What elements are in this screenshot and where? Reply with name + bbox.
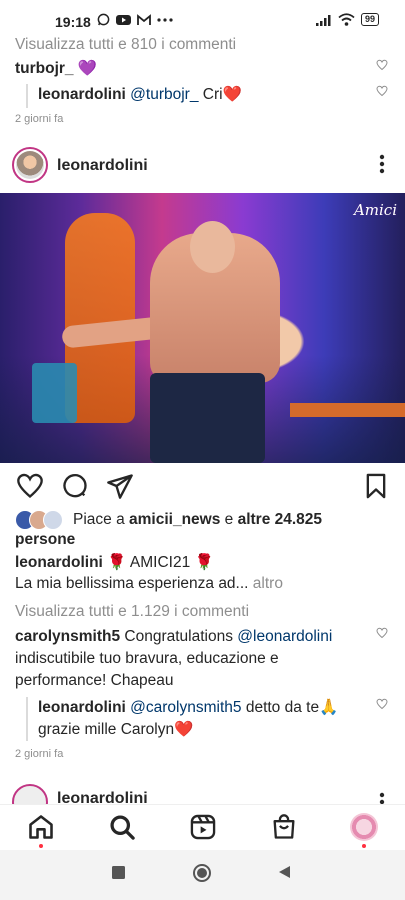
likes-summary[interactable]: Piace a amicii_news e altre 24.825 perso…: [15, 510, 395, 550]
reply-mention[interactable]: @carolynsmith5: [130, 699, 241, 716]
share-send-icon[interactable]: [106, 472, 134, 500]
likes-count[interactable]: altre 24.825: [238, 511, 322, 528]
status-time: 19:18: [55, 14, 91, 30]
home-notification-dot: [39, 844, 43, 848]
avatar[interactable]: [12, 784, 48, 804]
comment-mention[interactable]: @leonardolini: [237, 628, 332, 645]
post-timestamp: 2 giorni fa: [15, 113, 64, 125]
bottom-navigation: [0, 804, 405, 851]
back-icon[interactable]: [278, 865, 291, 879]
post-username[interactable]: leonardolini: [57, 157, 148, 175]
dancer-pants: [150, 373, 265, 463]
like-reply-heart-icon[interactable]: [376, 698, 388, 710]
comment-username[interactable]: turbojr_: [15, 60, 74, 77]
liker-avatars: [15, 510, 73, 530]
stage-chair: [32, 363, 77, 423]
view-all-comments-link[interactable]: Visualizza tutti e 810 i commenti: [15, 36, 236, 54]
more-dots-icon: [157, 17, 173, 22]
post-username[interactable]: leonardolini: [57, 790, 148, 804]
shop-icon[interactable]: [270, 813, 298, 841]
like-comment-heart-icon[interactable]: [376, 627, 388, 639]
post-actions: [0, 470, 405, 502]
comment-row: carolynsmith5 Congratulations @leonardol…: [15, 626, 365, 692]
comment-icon[interactable]: [61, 472, 89, 500]
post-caption: leonardolini 🌹 AMICI21 🌹 La mia bellissi…: [15, 552, 395, 594]
status-app-icons: [97, 13, 173, 26]
more-options-icon[interactable]: [379, 153, 385, 175]
reply-row: leonardolini @carolynsmith5 detto da te🙏…: [26, 697, 368, 741]
comment-text: 💜: [77, 60, 98, 77]
profile-notification-dot: [362, 844, 366, 848]
bookmark-icon[interactable]: [362, 472, 390, 500]
more-options-icon[interactable]: [379, 792, 385, 804]
comment-username[interactable]: carolynsmith5: [15, 628, 120, 645]
youtube-icon: [116, 14, 131, 25]
post-image[interactable]: Amici: [0, 193, 405, 463]
caption-more-link[interactable]: altro: [248, 575, 283, 592]
wifi-icon: [338, 13, 355, 26]
home-icon[interactable]: [27, 813, 55, 841]
status-bar: 19:18 99: [0, 0, 405, 34]
post-timestamp: 2 giorni fa: [15, 748, 64, 760]
view-all-comments-link[interactable]: Visualizza tutti e 1.129 i commenti: [15, 603, 249, 621]
post-header: leonardolini: [0, 145, 405, 189]
gmail-icon: [137, 13, 151, 25]
comment-text-after: indiscutibile tuo bravura, educazione e …: [15, 650, 279, 689]
likes-count-line2[interactable]: persone: [15, 531, 75, 548]
caption-line2: La mia bellissima esperienza ad...: [15, 575, 249, 592]
status-right-icons: 99: [315, 13, 379, 26]
comment-row: turbojr_ 💜: [15, 59, 97, 78]
comment-text-before: Congratulations: [120, 628, 238, 645]
avatar[interactable]: [12, 147, 48, 183]
profile-icon[interactable]: [350, 813, 378, 841]
system-navigation-bar: [0, 850, 405, 900]
likes-middle: e: [220, 511, 238, 529]
search-icon[interactable]: [108, 813, 136, 841]
reply-username[interactable]: leonardolini: [38, 699, 126, 716]
like-heart-icon[interactable]: [16, 472, 44, 500]
dancer-head: [190, 221, 235, 273]
reply-mention[interactable]: @turbojr_: [130, 86, 198, 103]
caption-username[interactable]: leonardolini: [15, 554, 103, 571]
liker-username[interactable]: amicii_news: [129, 511, 220, 528]
reply-username[interactable]: leonardolini: [38, 86, 126, 103]
likes-prefix: Piace a: [73, 511, 130, 529]
signal-icon: [315, 14, 331, 26]
recent-apps-icon[interactable]: [112, 866, 125, 879]
battery-indicator: 99: [360, 13, 379, 26]
home-system-icon[interactable]: [192, 863, 212, 883]
avatar: [43, 510, 63, 530]
reply-text: Cri❤️: [198, 86, 242, 103]
reply-row: leonardolini @turbojr_ Cri❤️: [26, 84, 242, 108]
caption-text: 🌹 AMICI21 🌹: [102, 554, 214, 571]
like-comment-heart-icon[interactable]: [376, 59, 388, 71]
stage-table: [290, 403, 405, 417]
whatsapp-icon: [97, 13, 110, 26]
next-post-header: leonardolini: [0, 780, 405, 804]
reels-icon[interactable]: [189, 813, 217, 841]
image-watermark: Amici: [353, 201, 397, 219]
like-reply-heart-icon[interactable]: [376, 85, 388, 97]
